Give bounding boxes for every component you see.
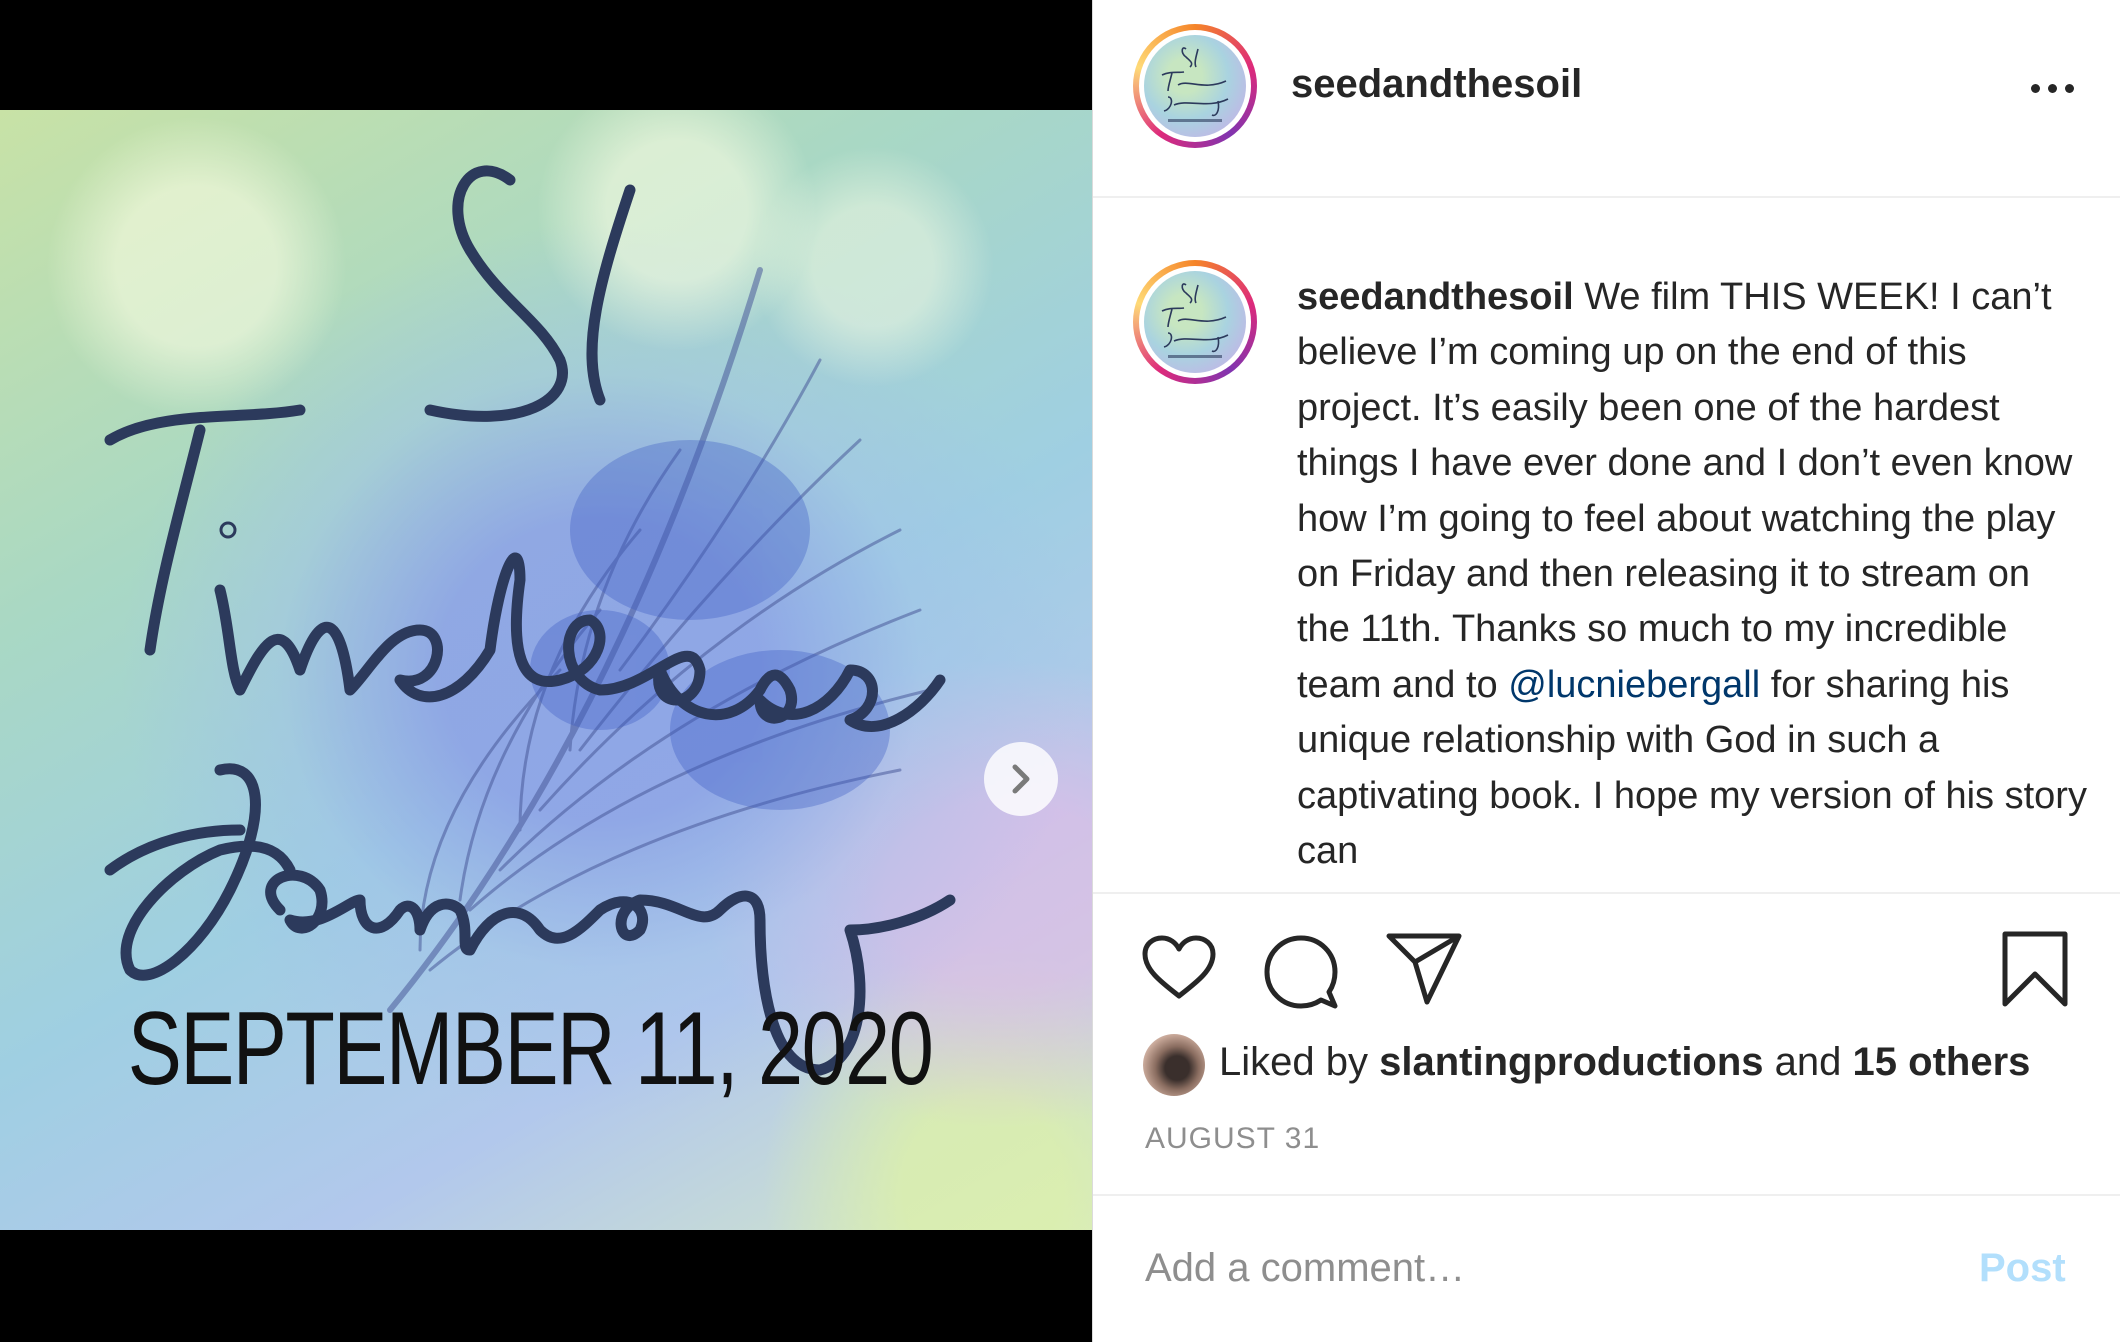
comment-input[interactable] — [1145, 1240, 1905, 1296]
share-button[interactable] — [1385, 932, 1463, 1011]
event-date-text: SEPTEMBER 11, 2020 — [127, 991, 934, 1107]
liked-by-avatar[interactable] — [1143, 1034, 1205, 1096]
profile-avatar[interactable] — [1133, 24, 1257, 148]
like-button[interactable] — [1141, 934, 1217, 1007]
post-actions: Liked by slantingproductions and 15 othe… — [1093, 892, 2120, 1196]
caption-username-link[interactable]: seedandthesoil — [1297, 276, 1574, 318]
likes-summary: Liked by slantingproductions and 15 othe… — [1219, 1040, 2030, 1085]
heart-icon — [1142, 935, 1216, 999]
bookmark-icon — [2002, 931, 2068, 1007]
post-image[interactable]: SEPTEMBER 11, 2020 — [0, 110, 1092, 1230]
carousel-next-button[interactable] — [984, 742, 1058, 816]
post-comment-button[interactable]: Post — [1979, 1246, 2066, 1291]
more-options-button[interactable] — [2023, 72, 2083, 108]
likes-connector: and — [1774, 1040, 1842, 1084]
more-horizontal-icon — [2031, 84, 2040, 93]
liked-by-user-link[interactable]: slantingproductions — [1379, 1040, 1763, 1084]
caption-text: We film THIS WEEK! I can’t believe I’m c… — [1297, 276, 2073, 706]
likes-prefix: Liked by — [1219, 1040, 1368, 1084]
avatar-logo-image — [1161, 47, 1229, 122]
share-icon — [1386, 933, 1462, 1005]
likes-others-link[interactable]: 15 others — [1853, 1040, 2031, 1084]
comment-icon — [1264, 935, 1338, 1009]
chevron-right-icon — [1012, 764, 1030, 794]
header-username-link[interactable]: seedandthesoil — [1291, 62, 1582, 107]
caption-avatar[interactable] — [1133, 260, 1257, 384]
post-caption: seedandthesoil We film THIS WEEK! I can’… — [1297, 270, 2087, 879]
comment-button[interactable] — [1263, 934, 1339, 1015]
post-date[interactable]: AUGUST 31 — [1145, 1122, 1320, 1156]
comment-bar: Post — [1093, 1194, 2120, 1342]
avatar-logo-image — [1161, 283, 1229, 358]
post-media: SEPTEMBER 11, 2020 — [0, 0, 1092, 1342]
caption-mention-link[interactable]: @lucniebergall — [1508, 664, 1760, 706]
caption-section: seedandthesoil We film THIS WEEK! I can’… — [1093, 198, 2120, 892]
post-side-panel: seedandthesoil seedandthesoil We film TH… — [1092, 0, 2120, 1342]
save-button[interactable] — [2001, 930, 2069, 1013]
post-header: seedandthesoil — [1093, 0, 2120, 198]
